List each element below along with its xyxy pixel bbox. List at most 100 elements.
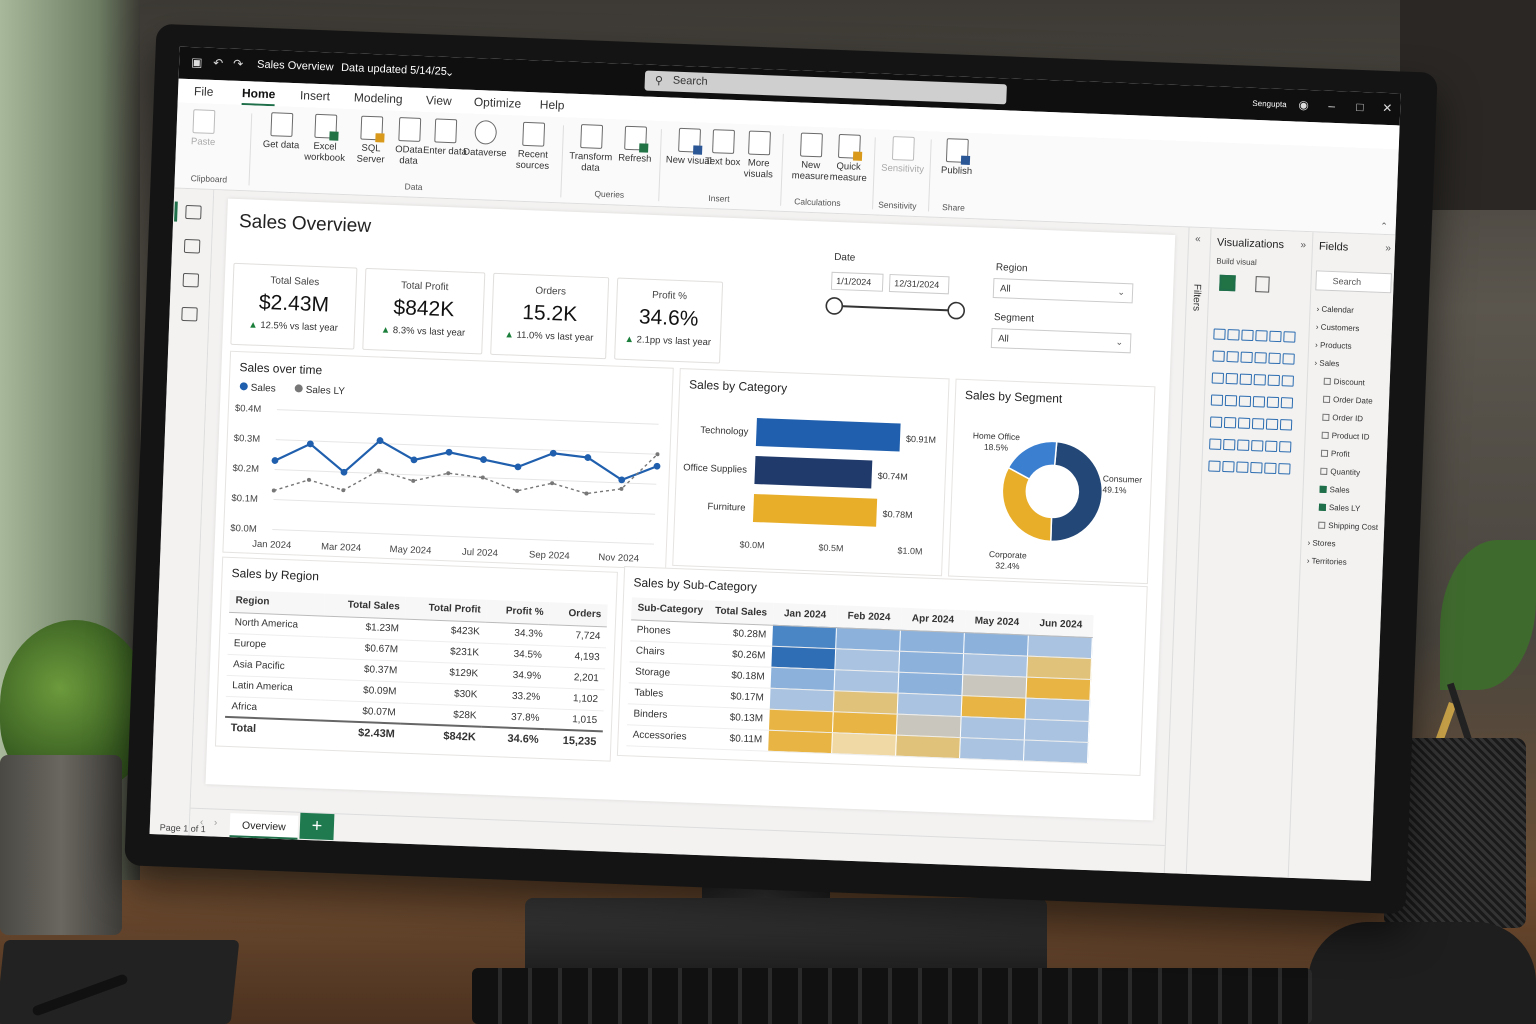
chevron-right-icon[interactable]: » xyxy=(1300,240,1306,251)
column-header[interactable]: Sub-Category xyxy=(631,597,710,623)
tab-home[interactable]: Home xyxy=(242,86,276,101)
column-header[interactable]: May 2024 xyxy=(964,610,1030,635)
tab-view[interactable]: View xyxy=(426,93,452,108)
visual-type-icon[interactable] xyxy=(1210,394,1224,406)
field-table-item[interactable]: › Products xyxy=(1315,340,1352,350)
heatmap-cell[interactable] xyxy=(898,650,964,675)
heatmap-cell[interactable] xyxy=(770,666,835,691)
sales-by-category-visual[interactable]: Sales by Category Technology $0.91M Office… xyxy=(672,368,950,577)
bar[interactable] xyxy=(755,418,901,452)
visual-type-icon[interactable] xyxy=(1236,461,1249,473)
heatmap-cell[interactable] xyxy=(767,729,833,754)
segment-dropdown[interactable]: All ⌄ xyxy=(990,327,1132,354)
heatmap-cell[interactable] xyxy=(832,711,898,735)
visual-type-icon[interactable] xyxy=(1237,439,1250,451)
model-view-icon[interactable] xyxy=(182,272,200,288)
visual-type-icon[interactable] xyxy=(1252,396,1266,408)
data-point[interactable] xyxy=(550,481,555,486)
heatmap-cell[interactable] xyxy=(1026,655,1092,680)
data-point[interactable] xyxy=(480,456,487,463)
field-checkbox[interactable] xyxy=(1321,431,1329,439)
paste-button[interactable]: Paste xyxy=(180,109,227,149)
visual-type-icon[interactable] xyxy=(1208,460,1221,472)
data-point[interactable] xyxy=(376,468,381,473)
visual-type-icon[interactable] xyxy=(1211,372,1225,384)
field-item[interactable]: Order Date xyxy=(1322,395,1373,406)
recent-sources-button[interactable]: Recent sources xyxy=(509,121,557,172)
visual-type-icon[interactable] xyxy=(1241,329,1254,342)
data-point[interactable] xyxy=(446,471,451,476)
data-point[interactable] xyxy=(515,488,520,493)
data-point[interactable] xyxy=(271,488,276,493)
field-checkbox[interactable] xyxy=(1320,449,1329,457)
heatmap-cell[interactable] xyxy=(1026,676,1091,701)
visual-type-icon[interactable] xyxy=(1264,462,1277,475)
visual-type-icon[interactable] xyxy=(1225,373,1239,385)
field-item[interactable]: Quantity xyxy=(1320,467,1360,477)
visual-type-icon[interactable] xyxy=(1254,352,1267,364)
region-dropdown[interactable]: All ⌄ xyxy=(992,278,1134,304)
column-header[interactable]: Profit % xyxy=(486,599,550,625)
kpi-card-orders[interactable]: Orders 15.2K ▲ 11.0% vs last year xyxy=(490,272,610,360)
visual-type-icon[interactable] xyxy=(1283,331,1296,343)
field-item[interactable]: Discount xyxy=(1323,377,1365,387)
refresh-button[interactable]: Refresh xyxy=(612,125,659,165)
field-item[interactable]: Shipping Cost xyxy=(1318,521,1378,532)
report-view-icon[interactable] xyxy=(185,204,202,220)
tab-help[interactable]: Help xyxy=(540,97,565,112)
column-header[interactable]: Jun 2024 xyxy=(1028,612,1094,638)
visual-type-icon[interactable] xyxy=(1250,462,1263,474)
field-checkbox[interactable] xyxy=(1323,377,1331,386)
data-point[interactable] xyxy=(480,475,485,480)
heatmap-cell[interactable] xyxy=(835,627,901,651)
close-icon[interactable]: ✕ xyxy=(1382,101,1393,115)
build-visual-icon[interactable] xyxy=(1219,274,1236,292)
heatmap-cell[interactable] xyxy=(961,695,1027,719)
data-point[interactable] xyxy=(445,448,453,456)
heatmap-cell[interactable] xyxy=(898,671,963,696)
data-point[interactable] xyxy=(584,491,589,496)
visual-type-icon[interactable] xyxy=(1251,440,1264,452)
data-point[interactable] xyxy=(514,463,522,471)
data-point[interactable] xyxy=(271,457,279,464)
visual-type-icon[interactable] xyxy=(1224,394,1238,407)
heatmap-cell[interactable] xyxy=(897,692,963,717)
visual-type-icon[interactable] xyxy=(1212,350,1225,362)
visual-type-icon[interactable] xyxy=(1269,330,1282,343)
date-end-input[interactable]: 12/31/2024 xyxy=(888,274,950,295)
dataverse-button[interactable]: Dataverse xyxy=(462,120,509,160)
field-table-item[interactable]: › Stores xyxy=(1307,538,1335,548)
column-header[interactable]: Orders xyxy=(549,602,608,627)
tab-insert[interactable]: Insert xyxy=(300,88,331,103)
get-data-button[interactable]: Get data xyxy=(258,112,305,152)
visual-type-icon[interactable] xyxy=(1223,438,1236,451)
chevron-down-icon[interactable]: ⌄ xyxy=(445,66,455,79)
avatar[interactable]: ◉ xyxy=(1298,98,1309,112)
undo-icon[interactable]: ↶ xyxy=(213,56,224,70)
visual-type-icon[interactable] xyxy=(1281,375,1294,387)
heatmap-cell[interactable] xyxy=(896,713,962,738)
heatmap-cell[interactable] xyxy=(960,716,1026,740)
chevron-right-icon[interactable]: » xyxy=(1385,243,1391,254)
heatmap-cell[interactable] xyxy=(834,648,900,672)
visual-type-icon[interactable] xyxy=(1223,416,1237,429)
fields-search-input[interactable]: Search xyxy=(1315,270,1392,294)
maximize-icon[interactable]: □ xyxy=(1356,100,1364,114)
heatmap-cell[interactable] xyxy=(831,732,897,756)
heatmap-cell[interactable] xyxy=(959,737,1025,761)
heatmap-cell[interactable] xyxy=(769,687,835,712)
sales-by-segment-visual[interactable]: Sales by Segment Consumer 49.1% Corporate 3… xyxy=(947,378,1156,585)
tab-file[interactable]: File xyxy=(194,84,214,99)
visual-type-icon[interactable] xyxy=(1255,330,1268,342)
heatmap-cell[interactable] xyxy=(899,629,965,654)
column-header[interactable]: Total Sales xyxy=(708,600,774,625)
visual-type-icon[interactable] xyxy=(1267,374,1280,387)
tab-optimize[interactable]: Optimize xyxy=(474,95,522,111)
heatmap-cell[interactable] xyxy=(771,645,836,670)
column-header[interactable]: Jan 2024 xyxy=(772,602,838,628)
field-checkbox[interactable] xyxy=(1319,485,1327,493)
column-header[interactable]: Feb 2024 xyxy=(836,605,902,630)
visual-type-icon[interactable] xyxy=(1266,396,1280,409)
visual-type-icon[interactable] xyxy=(1209,438,1222,450)
heatmap-cell[interactable] xyxy=(895,734,961,759)
